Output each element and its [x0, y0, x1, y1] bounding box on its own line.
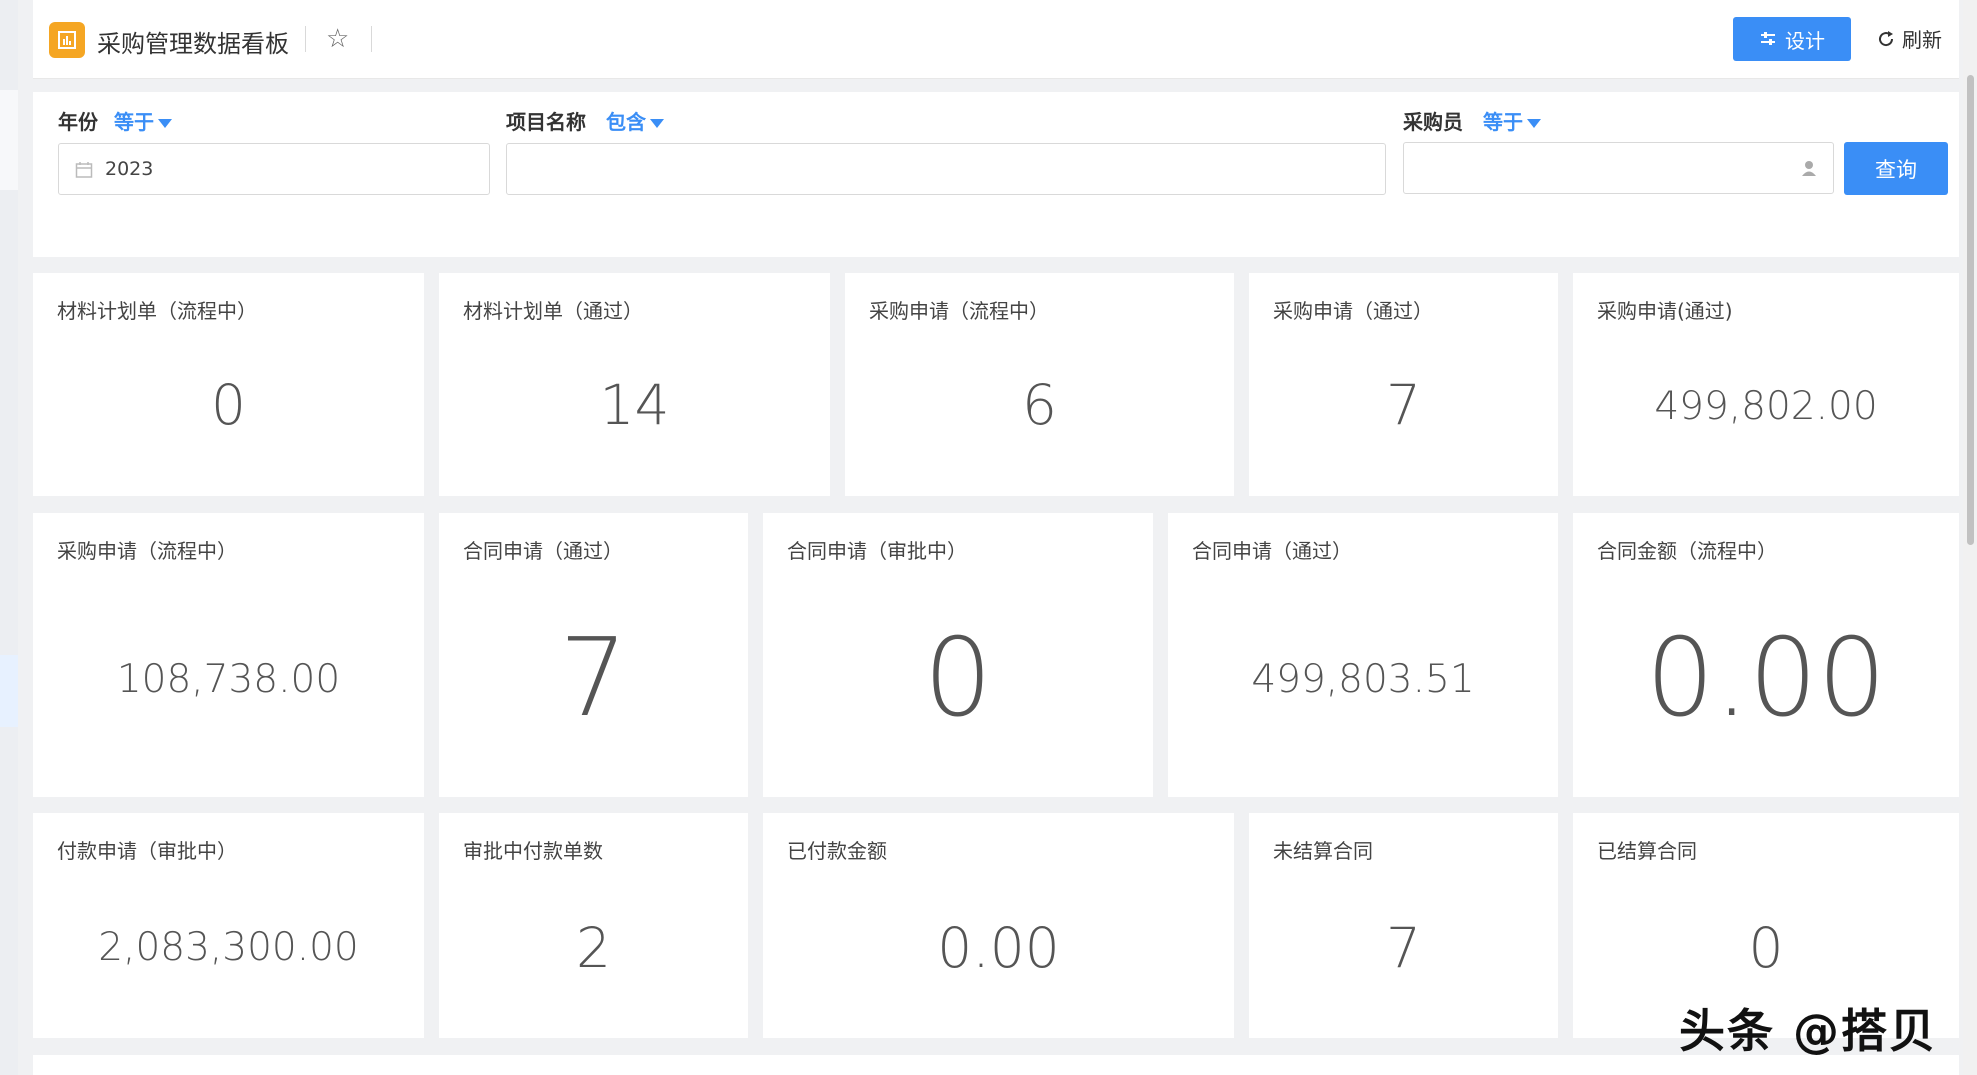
card-value: 108,738.00 — [116, 657, 341, 702]
project-operator-label: 包含 — [606, 110, 646, 134]
header-divider — [305, 26, 306, 52]
buyer-input[interactable] — [1403, 142, 1834, 194]
project-filter-label: 项目名称 — [506, 110, 586, 134]
card-value: 0 — [211, 373, 246, 437]
year-filter-label: 年份 — [58, 110, 98, 134]
project-operator-dropdown[interactable]: 包含 — [606, 106, 664, 135]
card-label: 采购申请（通过） — [1273, 299, 1433, 323]
stat-card: 付款申请（审批中） 2,083,300.00 — [33, 813, 424, 1038]
refresh-icon — [1879, 30, 1894, 46]
card-label: 合同申请（审批中） — [787, 539, 967, 563]
card-value: 7 — [1386, 373, 1421, 437]
year-input[interactable]: 2023 — [58, 143, 490, 195]
dashboard-header: 采购管理数据看板 ☆ 设计 刷新 — [33, 0, 1959, 79]
stat-card: 已付款金额 0.00 — [763, 813, 1234, 1038]
design-button-label: 设计 — [1785, 28, 1825, 53]
next-section-edge — [33, 1055, 1959, 1075]
left-nav-segment — [0, 90, 18, 190]
card-value: 0 — [923, 616, 993, 741]
dashboard-logo-icon — [49, 22, 85, 58]
sliders-icon — [1761, 32, 1775, 45]
caret-down-icon — [1527, 119, 1541, 128]
caret-down-icon — [650, 119, 664, 128]
year-operator-label: 等于 — [114, 110, 154, 134]
card-label: 合同申请（通过） — [1192, 539, 1352, 563]
stat-card: 合同金额（流程中） 0.00 — [1573, 513, 1959, 797]
stat-card: 采购申请(通过) 499,802.00 — [1573, 273, 1959, 496]
card-value: 0.00 — [937, 916, 1060, 980]
stat-card: 审批中付款单数 2 — [439, 813, 748, 1038]
card-value: 6 — [1022, 373, 1057, 437]
stat-card: 采购申请（流程中） 108,738.00 — [33, 513, 424, 797]
card-label: 合同申请（通过） — [463, 539, 623, 563]
user-icon — [1802, 161, 1816, 176]
scrollbar-thumb[interactable] — [1967, 75, 1974, 545]
card-label: 采购申请（流程中） — [869, 299, 1049, 323]
design-button[interactable]: 设计 — [1733, 17, 1851, 61]
refresh-button[interactable]: 刷新 — [1876, 24, 1942, 53]
stat-card: 合同申请（通过） 499,803.51 — [1168, 513, 1558, 797]
card-value: 0.00 — [1645, 616, 1887, 741]
vertical-scrollbar[interactable] — [1963, 0, 1977, 1075]
left-nav-strip — [0, 0, 18, 1075]
card-value: 14 — [599, 373, 670, 437]
year-input-value: 2023 — [105, 158, 154, 180]
card-label: 采购申请(通过) — [1597, 299, 1733, 323]
stat-card: 合同申请（通过） 7 — [439, 513, 748, 797]
card-label: 采购申请（流程中） — [57, 539, 237, 563]
buyer-operator-dropdown[interactable]: 等于 — [1483, 106, 1541, 135]
card-value: 2 — [576, 916, 611, 980]
favorite-star-icon[interactable]: ☆ — [326, 24, 349, 54]
card-value: 7 — [1386, 916, 1421, 980]
source-watermark: 头条 @搭贝 — [1678, 1004, 1937, 1058]
header-divider — [371, 26, 372, 52]
card-value: 2,083,300.00 — [98, 925, 359, 970]
card-value: 499,802.00 — [1654, 384, 1878, 429]
card-value: 499,803.51 — [1251, 657, 1475, 702]
calendar-icon — [75, 162, 93, 178]
buyer-filter-label: 采购员 — [1403, 110, 1463, 134]
stat-card: 采购申请（流程中） 6 — [845, 273, 1234, 496]
buyer-operator-label: 等于 — [1483, 110, 1523, 134]
card-label: 材料计划单（流程中） — [57, 299, 257, 323]
filter-panel: 年份 等于 2023 项目名称 包含 采购员 等于 查询 — [33, 92, 1959, 257]
refresh-label: 刷新 — [1902, 28, 1942, 52]
left-nav-active-item[interactable] — [0, 655, 18, 727]
card-label: 审批中付款单数 — [463, 839, 603, 863]
stat-card: 合同申请（审批中） 0 — [763, 513, 1153, 797]
project-name-input[interactable] — [506, 143, 1386, 195]
card-label: 已结算合同 — [1597, 839, 1697, 863]
card-label: 已付款金额 — [787, 839, 887, 863]
year-operator-dropdown[interactable]: 等于 — [114, 106, 172, 135]
card-label: 未结算合同 — [1273, 839, 1373, 863]
card-value: 0 — [1748, 916, 1784, 980]
stat-card: 材料计划单（通过） 14 — [439, 273, 830, 496]
page-title: 采购管理数据看板 — [97, 30, 289, 58]
stat-card: 材料计划单（流程中） 0 — [33, 273, 424, 496]
stat-card: 未结算合同 7 — [1249, 813, 1558, 1038]
card-label: 材料计划单（通过） — [463, 299, 643, 323]
query-button[interactable]: 查询 — [1844, 142, 1948, 195]
caret-down-icon — [158, 119, 172, 128]
stat-card: 采购申请（通过） 7 — [1249, 273, 1558, 496]
card-value: 7 — [559, 616, 628, 741]
card-label: 付款申请（审批中） — [57, 839, 237, 863]
card-label: 合同金额（流程中） — [1597, 539, 1777, 563]
